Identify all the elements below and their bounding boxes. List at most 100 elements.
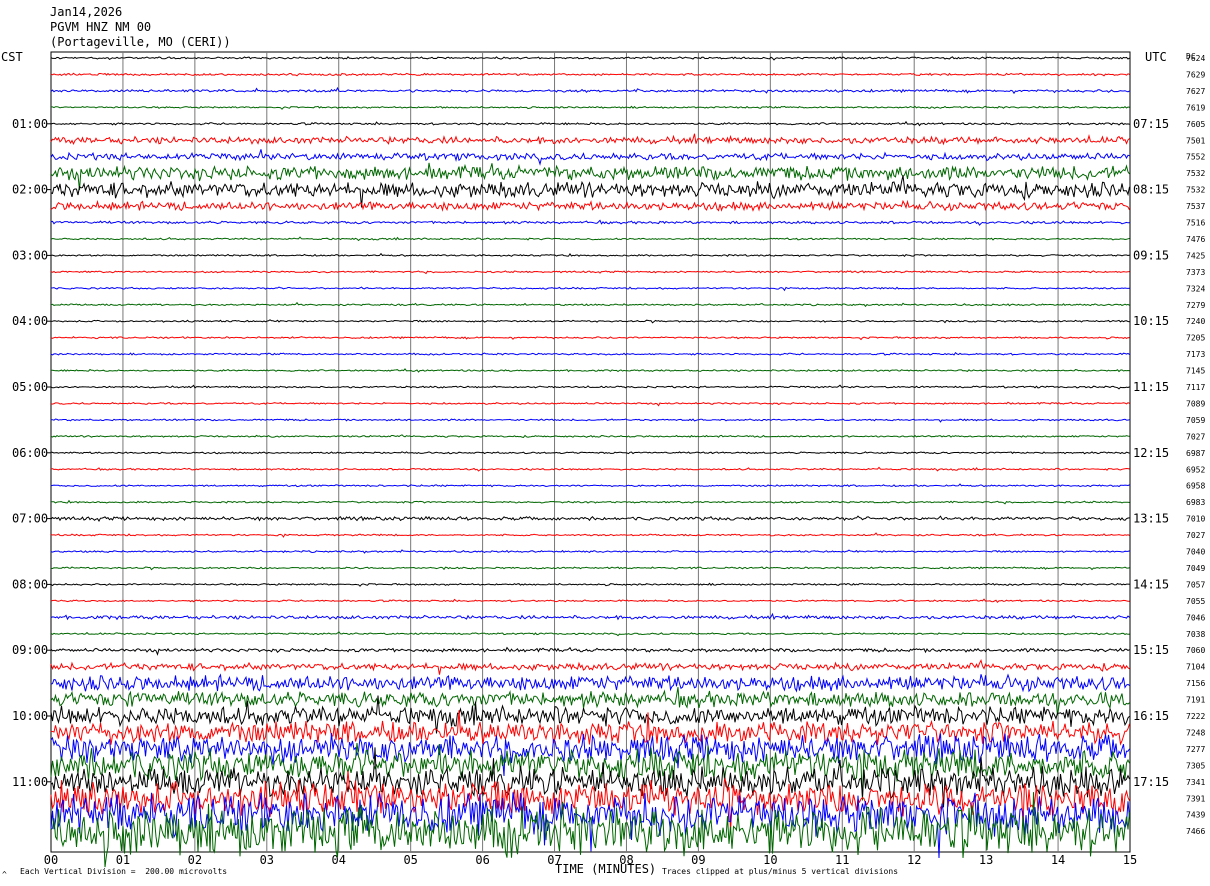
seismic-trace xyxy=(50,149,1130,166)
right-time-label: 13:15 xyxy=(1133,512,1169,526)
right-time-label: 11:15 xyxy=(1133,380,1169,394)
seismic-trace xyxy=(50,515,1130,522)
dc-value-label: 7516 xyxy=(1186,219,1205,228)
seismic-trace xyxy=(50,236,1130,242)
seismic-trace xyxy=(50,646,1130,656)
seismic-trace xyxy=(50,466,1130,472)
seismic-trace xyxy=(51,418,1130,423)
seismic-trace xyxy=(50,351,1130,356)
footer-mark: ^ xyxy=(2,870,7,879)
dc-value-label: 7059 xyxy=(1186,416,1205,425)
seismic-trace xyxy=(50,598,1130,604)
left-time-label: 07:00 xyxy=(12,512,48,526)
x-tick-label: 03 xyxy=(260,853,274,867)
left-time-label: 02:00 xyxy=(12,183,48,197)
dc-value-label: 7324 xyxy=(1186,284,1205,293)
dc-value-label: 7060 xyxy=(1186,646,1205,655)
dc-value-label: 7629 xyxy=(1186,70,1205,79)
right-time-label: 12:15 xyxy=(1133,446,1169,460)
dc-value-label: 7173 xyxy=(1186,350,1205,359)
dc-value-label: 7248 xyxy=(1186,728,1205,737)
dc-value-label: 7277 xyxy=(1186,745,1205,754)
dc-value-label: 6952 xyxy=(1186,465,1205,474)
right-time-label: 08:15 xyxy=(1133,183,1169,197)
x-tick-label: 10 xyxy=(763,853,777,867)
left-time-label: 08:00 xyxy=(12,577,48,591)
left-time-label: 01:00 xyxy=(12,117,48,131)
dc-value-label: 7532 xyxy=(1186,169,1205,178)
seismic-trace xyxy=(50,56,1130,61)
dc-value-label: 7057 xyxy=(1186,580,1205,589)
x-tick-label: 13 xyxy=(979,853,993,867)
right-time-label: 09:15 xyxy=(1133,248,1169,262)
seismic-trace xyxy=(50,384,1130,390)
right-time-label: 10:15 xyxy=(1133,314,1169,328)
seismic-trace xyxy=(50,120,1130,127)
seismic-trace xyxy=(50,368,1130,373)
dc-value-label: 7027 xyxy=(1186,432,1205,441)
seismic-trace xyxy=(51,105,1130,110)
right-time-label: 15:15 xyxy=(1133,643,1169,657)
dc-value-label: 7049 xyxy=(1186,564,1205,573)
seismic-trace xyxy=(50,72,1130,77)
seismic-trace xyxy=(51,566,1130,571)
seismic-trace xyxy=(50,219,1130,226)
right-time-label: 07:15 xyxy=(1133,117,1169,131)
dc-value-label: 7222 xyxy=(1186,712,1205,721)
dc-value-label: 7476 xyxy=(1186,235,1205,244)
footer-scale-note: Each Vertical Division = 200.00 microvol… xyxy=(20,867,228,876)
dc-value-label: 7341 xyxy=(1186,778,1205,787)
x-tick-label: 12 xyxy=(907,853,921,867)
dc-value-label: 7040 xyxy=(1186,548,1205,557)
x-tick-label: 14 xyxy=(1051,853,1065,867)
dc-value-label: 7205 xyxy=(1186,334,1205,343)
right-time-label: 17:15 xyxy=(1133,775,1169,789)
seismic-trace xyxy=(50,612,1130,621)
seismic-trace xyxy=(50,252,1130,258)
x-tick-label: 02 xyxy=(188,853,202,867)
dc-value-label: 7373 xyxy=(1186,268,1205,277)
dc-value-label: 7240 xyxy=(1186,317,1205,326)
seismic-trace xyxy=(50,401,1130,407)
dc-value-label: 7156 xyxy=(1186,679,1205,688)
seismic-trace xyxy=(50,673,1130,693)
dc-value-label: 7552 xyxy=(1186,153,1205,162)
dc-value-label: 7466 xyxy=(1186,827,1205,836)
dc-value-label: 7501 xyxy=(1186,136,1205,145)
dc-value-label: 7537 xyxy=(1186,202,1205,211)
seismic-trace xyxy=(50,483,1130,488)
right-time-label: 16:15 xyxy=(1133,709,1169,723)
dc-value-label: 6958 xyxy=(1186,482,1205,491)
seismic-trace xyxy=(50,199,1130,212)
seismic-trace xyxy=(50,319,1130,324)
left-time-label: 09:00 xyxy=(12,643,48,657)
left-time-label: 05:00 xyxy=(12,380,48,394)
left-time-label: 03:00 xyxy=(12,248,48,262)
right-time-label: 14:15 xyxy=(1133,577,1169,591)
dc-value-label: 7425 xyxy=(1186,251,1205,260)
x-axis-title: TIME (MINUTES) xyxy=(555,862,657,876)
dc-value-label: 7117 xyxy=(1186,383,1205,392)
left-time-label: 11:00 xyxy=(12,775,48,789)
x-tick-label: 09 xyxy=(691,853,705,867)
dc-value-label: 7619 xyxy=(1186,103,1205,112)
dc-value-label: 7624 xyxy=(1186,54,1205,63)
dc-value-label: 7089 xyxy=(1186,399,1205,408)
dc-value-label: 7145 xyxy=(1186,367,1205,376)
seismic-trace xyxy=(50,710,1130,746)
dc-value-label: 7439 xyxy=(1186,811,1205,820)
dc-value-label: 7305 xyxy=(1186,761,1205,770)
dc-value-label: 7104 xyxy=(1186,663,1205,672)
dc-value-label: 7279 xyxy=(1186,301,1205,310)
left-time-label: 10:00 xyxy=(12,709,48,723)
dc-value-label: 6987 xyxy=(1186,449,1205,458)
seismic-trace xyxy=(50,549,1130,554)
seismic-trace xyxy=(50,286,1130,292)
seismic-trace xyxy=(50,659,1130,675)
seismic-trace xyxy=(50,434,1130,438)
dc-value-label: 7391 xyxy=(1186,794,1205,803)
dc-value-label: 7010 xyxy=(1186,515,1205,524)
dc-value-label: 7627 xyxy=(1186,87,1205,96)
x-tick-label: 01 xyxy=(116,853,130,867)
dc-value-label: 7038 xyxy=(1186,630,1205,639)
